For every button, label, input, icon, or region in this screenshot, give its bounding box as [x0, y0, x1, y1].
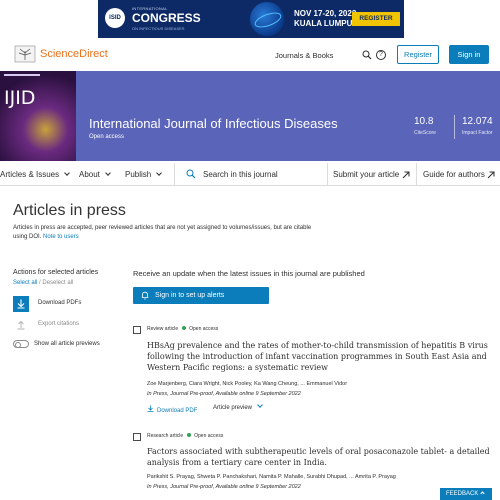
article-type: Research article Open access — [147, 433, 223, 439]
external-link-icon — [487, 171, 495, 179]
nav-submit-article[interactable]: Submit your article — [333, 170, 399, 179]
article-type-label: Research article — [147, 433, 184, 439]
nav-divider — [327, 163, 328, 185]
citescore-metric[interactable]: 10.8 CiteScore — [414, 116, 436, 136]
sciencedirect-brand[interactable]: ScienceDirect — [40, 48, 108, 60]
update-text: Receive an update when the latest issues… — [133, 269, 365, 278]
help-icon[interactable]: ? — [376, 50, 386, 60]
nav-search-input[interactable]: Search in this journal — [203, 170, 278, 179]
nav-guide-authors[interactable]: Guide for authors — [423, 170, 485, 179]
ad-banner[interactable]: ISID INTERNATIONAL CONGRESS ON INFECTIOU… — [98, 0, 404, 38]
actions-title: Actions for selected articles — [13, 269, 99, 276]
nav-about[interactable]: About — [79, 170, 111, 179]
article-title-link[interactable]: HBsAg prevalence and the rates of mother… — [147, 340, 493, 373]
feedback-button[interactable]: FEEDBACK — [440, 488, 492, 500]
open-access-dot-icon — [187, 433, 192, 437]
nav-articles-issues[interactable]: Articles & Issues — [0, 170, 70, 179]
journal-access: Open access — [89, 134, 125, 140]
article-type-label: Review article — [147, 326, 179, 332]
nav-divider — [174, 163, 175, 185]
download-pdfs-button[interactable] — [13, 296, 29, 312]
export-icon — [17, 320, 25, 330]
impact-factor-value: 12.074 — [462, 116, 493, 127]
search-icon[interactable] — [362, 50, 372, 60]
ad-date: NOV 17-20, 2022 KUALA LUMPUR — [294, 9, 358, 29]
article-info: In Press, Journal Pre-proof, Available o… — [147, 391, 301, 397]
citescore-value: 10.8 — [414, 116, 434, 127]
cover-top-bar — [4, 74, 40, 76]
chevron-down-icon — [156, 170, 163, 176]
impact-factor-metric[interactable]: 12.074 Impact Factor — [462, 116, 493, 136]
note-to-users-link[interactable]: Note to users — [43, 234, 79, 240]
download-pdf-link[interactable]: Download PDF — [147, 405, 197, 414]
article-preview-toggle[interactable]: Article preview — [213, 402, 263, 411]
journal-nav: Articles & Issues About Publish Search i… — [0, 163, 500, 186]
elsevier-logo-icon[interactable] — [14, 45, 36, 63]
open-access-dot-icon — [182, 326, 187, 330]
set-up-alerts-button[interactable]: Sign in to set up alerts — [133, 287, 269, 304]
nav-publish[interactable]: Publish — [125, 170, 163, 179]
journals-books-link[interactable]: Journals & Books — [275, 51, 333, 60]
chevron-down-icon — [105, 170, 111, 176]
sign-in-button[interactable]: Sign in — [449, 45, 489, 64]
globe-icon — [250, 2, 284, 36]
external-link-icon — [402, 171, 410, 179]
article-preview-label: Article preview — [213, 405, 253, 411]
article-authors: Zoe Marjenberg, Ciara Wright, Nick Poole… — [147, 381, 348, 387]
download-pdfs-label[interactable]: Download PDFs — [38, 300, 81, 306]
article-type: Review article Open access — [147, 326, 218, 332]
select-controls: Select all / Deselect all — [13, 280, 73, 286]
chevron-down-icon — [64, 170, 70, 176]
ad-sub-text: ON INFECTIOUS DISEASES — [132, 26, 185, 31]
chevron-up-icon — [480, 491, 485, 496]
open-access-label: Open access — [189, 326, 219, 332]
set-up-alerts-label: Sign in to set up alerts — [155, 292, 225, 299]
show-previews-toggle[interactable] — [13, 340, 29, 348]
chevron-down-icon — [257, 402, 263, 408]
download-icon — [17, 299, 25, 309]
article-info: In Press, Journal Pre-proof, Available o… — [147, 484, 301, 490]
nav-articles-issues-label: Articles & Issues — [0, 170, 60, 179]
journal-title[interactable]: International Journal of Infectious Dise… — [89, 116, 338, 131]
bell-icon — [141, 291, 149, 300]
feedback-label: FEEDBACK — [446, 491, 479, 497]
download-pdf-label: Download PDF — [157, 408, 198, 414]
citescore-label: CiteScore — [414, 130, 436, 136]
nav-divider — [416, 163, 417, 185]
ad-register-button[interactable]: REGISTER NOW — [352, 12, 400, 36]
nav-publish-label: Publish — [125, 170, 152, 179]
select-all-link[interactable]: Select all — [13, 280, 37, 286]
ad-congress-text: CONGRESS — [132, 11, 201, 25]
isid-logo: ISID — [105, 8, 125, 28]
nav-about-label: About — [79, 170, 100, 179]
ad-date-line2: KUALA LUMPUR — [294, 19, 359, 28]
search-icon[interactable] — [186, 169, 196, 179]
impact-factor-label: Impact Factor — [462, 130, 493, 136]
journal-cover-image[interactable]: IJID — [0, 71, 76, 161]
cover-title: IJID — [4, 87, 36, 109]
open-access-label: Open access — [194, 433, 224, 439]
download-icon — [147, 405, 154, 412]
register-button[interactable]: Register — [397, 45, 439, 64]
ad-date-line1: NOV 17-20, 2022 — [294, 9, 357, 18]
deselect-all-link[interactable]: Deselect all — [42, 280, 73, 286]
export-citations-label: Export citations — [38, 321, 80, 327]
show-previews-label[interactable]: Show all article previews — [34, 341, 100, 347]
metric-divider — [454, 115, 455, 139]
page-title: Articles in press — [13, 202, 126, 219]
article-checkbox[interactable] — [133, 433, 141, 441]
article-checkbox[interactable] — [133, 326, 141, 334]
article-authors: Parikshit S. Prayag, Shweta P. Panchaksh… — [147, 474, 396, 480]
article-title-link[interactable]: Factors associated with subtherapeutic l… — [147, 446, 493, 468]
page-description: Articles in press are accepted, peer rev… — [13, 224, 313, 242]
